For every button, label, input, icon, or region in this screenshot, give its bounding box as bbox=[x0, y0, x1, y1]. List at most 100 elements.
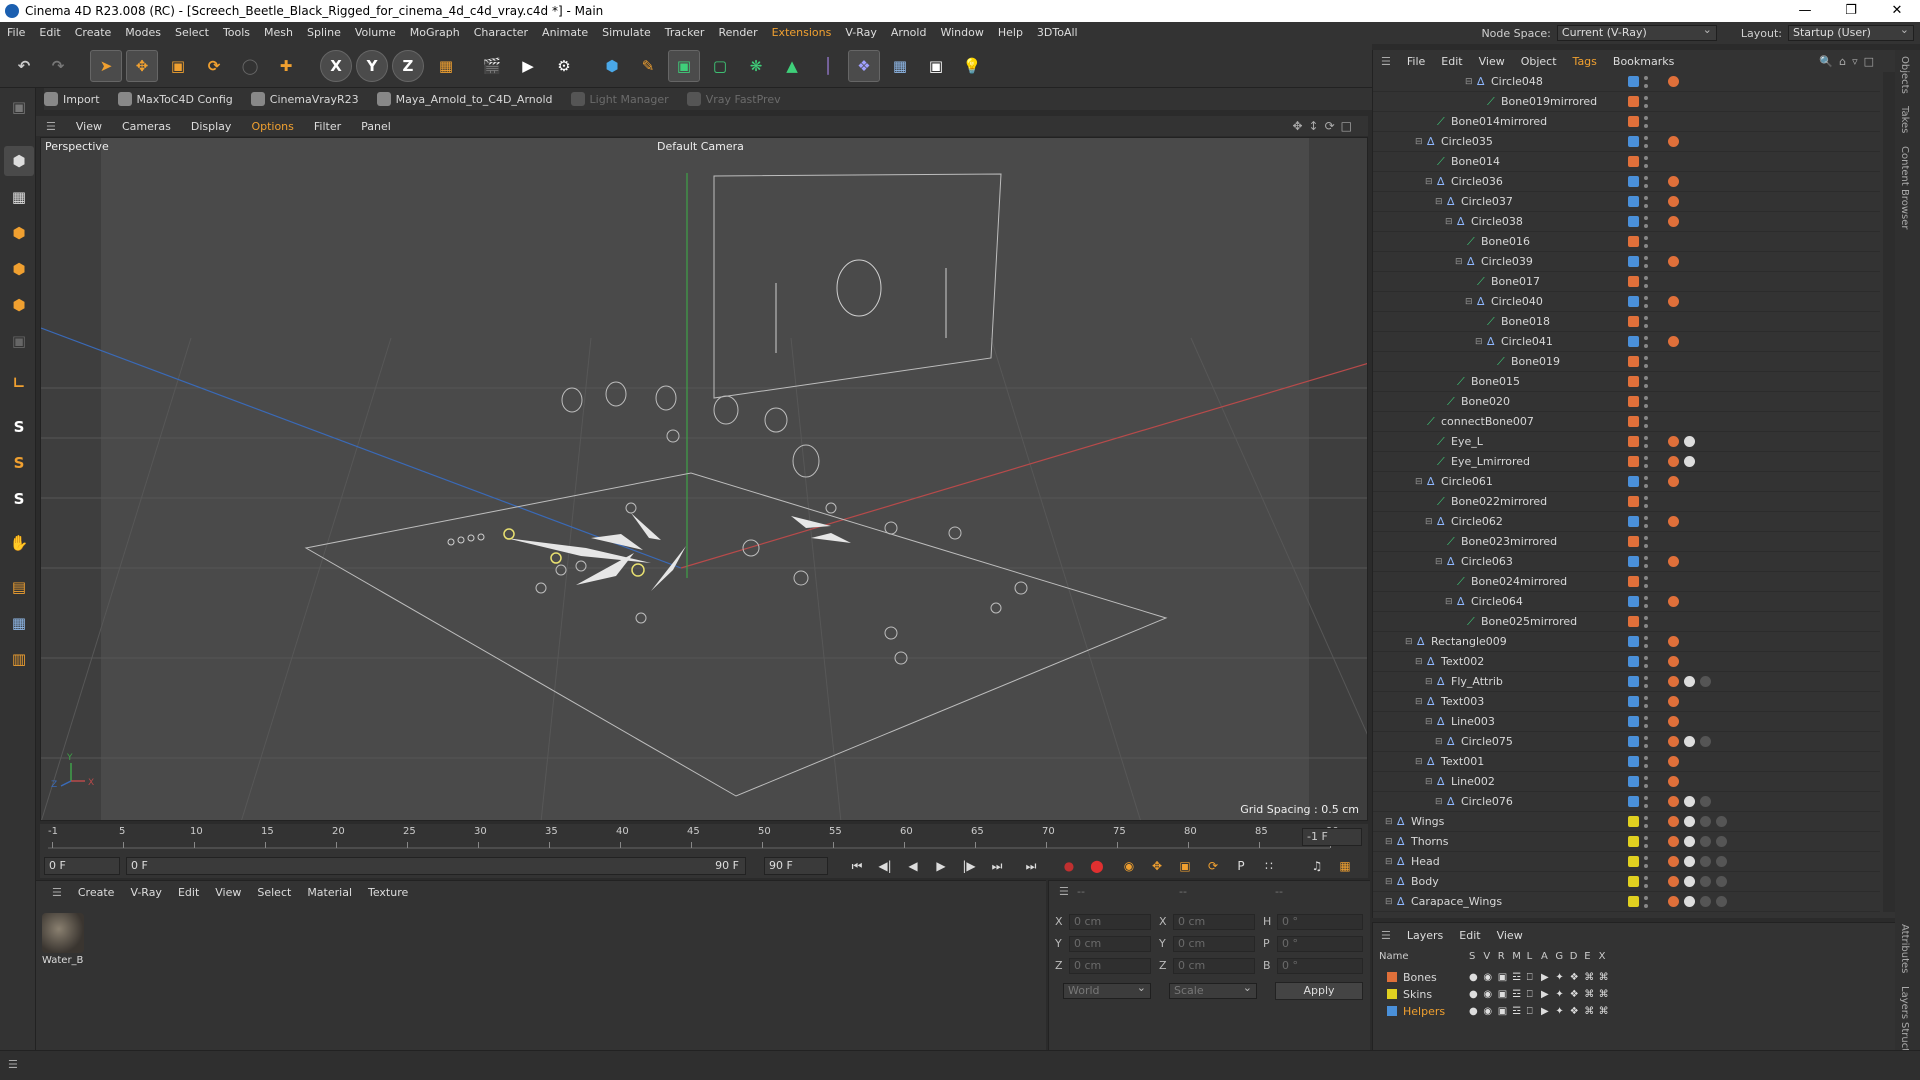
goto-start-icon[interactable]: ⏮ bbox=[846, 856, 868, 876]
menu-modes[interactable]: Modes bbox=[118, 22, 168, 44]
visibility-dots-icon[interactable] bbox=[1644, 875, 1648, 888]
tree-expand-icon[interactable]: ⊟ bbox=[1435, 557, 1443, 567]
object-tag-icon[interactable] bbox=[1700, 876, 1711, 887]
object-row[interactable]: ⊟ ∆ Line003 bbox=[1373, 712, 1880, 732]
object-row[interactable]: ⊟ ∆ Circle035 bbox=[1373, 132, 1880, 152]
layer-color-swatch[interactable] bbox=[1387, 972, 1397, 982]
layer-menu-icon[interactable]: ☰ bbox=[1373, 929, 1399, 942]
maximize-icon[interactable]: ❐ bbox=[1828, 0, 1874, 22]
layer-column-header[interactable]: M bbox=[1512, 951, 1521, 962]
layer-color-swatch[interactable] bbox=[1628, 476, 1639, 487]
material-menu-icon[interactable]: ☰ bbox=[44, 886, 70, 899]
deformer-icon[interactable]: │ bbox=[812, 50, 844, 82]
light-icon[interactable]: 💡 bbox=[956, 50, 988, 82]
tree-expand-icon[interactable]: ⊟ bbox=[1415, 477, 1423, 487]
tree-expand-icon[interactable]: ⊟ bbox=[1415, 697, 1423, 707]
shelf-light-manager[interactable]: Light Manager bbox=[570, 92, 683, 106]
visibility-dots-icon[interactable] bbox=[1644, 515, 1648, 528]
object-tag-icon[interactable] bbox=[1668, 756, 1679, 767]
object-search-icons[interactable]: 🔍⌂▿□ bbox=[1811, 55, 1888, 68]
layer-color-swatch[interactable] bbox=[1628, 256, 1639, 267]
layer-color-swatch[interactable] bbox=[1628, 356, 1639, 367]
goto-last-icon[interactable]: ⏭ bbox=[1020, 856, 1042, 876]
object-tag-icon[interactable] bbox=[1668, 296, 1679, 307]
visibility-dots-icon[interactable] bbox=[1644, 815, 1648, 828]
object-tag-icon[interactable] bbox=[1668, 556, 1679, 567]
layer-toggle-icon[interactable]: ☲ bbox=[1512, 972, 1521, 983]
tree-expand-icon[interactable]: ⊟ bbox=[1385, 837, 1393, 847]
layer-color-swatch[interactable] bbox=[1628, 236, 1639, 247]
key-rotation-icon[interactable]: ⟳ bbox=[1202, 856, 1224, 876]
side-tab-struct[interactable]: Struct bbox=[1899, 1022, 1910, 1052]
rot-p-field[interactable]: 0 ° bbox=[1277, 936, 1363, 952]
layer-toggle-icon[interactable]: ● bbox=[1469, 989, 1478, 1000]
layer-toggle-icon[interactable]: ☲ bbox=[1512, 1006, 1521, 1017]
cube-icon[interactable]: ⬢ bbox=[596, 50, 628, 82]
menu-extensions[interactable]: Extensions bbox=[765, 22, 839, 44]
menu-tracker[interactable]: Tracker bbox=[658, 22, 712, 44]
render-settings-icon[interactable]: ⚙ bbox=[548, 50, 580, 82]
key-scale-icon[interactable]: ▣ bbox=[1174, 856, 1196, 876]
menu-mograph[interactable]: MoGraph bbox=[403, 22, 467, 44]
tree-expand-icon[interactable]: ⊟ bbox=[1425, 517, 1433, 527]
layer-toggle-icon[interactable]: ▶ bbox=[1541, 1006, 1549, 1017]
layer-toggle-icon[interactable]: ⌘ bbox=[1584, 1006, 1594, 1017]
material-menu-texture[interactable]: Texture bbox=[360, 886, 416, 899]
object-row[interactable]: ⟋ Bone015 bbox=[1373, 372, 1880, 392]
layer-toggle-icon[interactable]: ⌘ bbox=[1599, 1006, 1609, 1017]
object-tag-icon[interactable] bbox=[1668, 456, 1679, 467]
menu-render[interactable]: Render bbox=[711, 22, 764, 44]
minimize-icon[interactable]: — bbox=[1782, 0, 1828, 22]
visibility-dots-icon[interactable] bbox=[1644, 75, 1648, 88]
object-tag-icon[interactable] bbox=[1668, 776, 1679, 787]
object-row[interactable]: ⊟ ∆ Body bbox=[1373, 872, 1880, 892]
visibility-dots-icon[interactable] bbox=[1644, 415, 1648, 428]
tree-expand-icon[interactable]: ⊟ bbox=[1455, 257, 1463, 267]
visibility-dots-icon[interactable] bbox=[1644, 595, 1648, 608]
object-tag-icon[interactable] bbox=[1668, 856, 1679, 867]
layer-color-swatch[interactable] bbox=[1628, 776, 1639, 787]
layer-color-swatch[interactable] bbox=[1628, 396, 1639, 407]
object-tag-icon[interactable] bbox=[1668, 196, 1679, 207]
keyframe-selection-icon[interactable]: ◉ bbox=[1118, 856, 1140, 876]
rotate-tool-icon[interactable]: ⟳ bbox=[198, 50, 230, 82]
select-tool-icon[interactable]: ➤ bbox=[90, 50, 122, 82]
object-row[interactable]: ⟋ Bone019mirrored bbox=[1373, 92, 1880, 112]
object-tag-icon[interactable] bbox=[1716, 856, 1727, 867]
visibility-dots-icon[interactable] bbox=[1644, 355, 1648, 368]
menu-mesh[interactable]: Mesh bbox=[257, 22, 300, 44]
object-tag-icon[interactable] bbox=[1668, 836, 1679, 847]
layer-color-swatch[interactable] bbox=[1628, 696, 1639, 707]
mograph-icon[interactable]: ▲ bbox=[776, 50, 808, 82]
quantize-icon[interactable]: S bbox=[4, 484, 34, 514]
visibility-dots-icon[interactable] bbox=[1644, 635, 1648, 648]
object-row[interactable]: ⊟ ∆ Text002 bbox=[1373, 652, 1880, 672]
object-tag-icon[interactable] bbox=[1684, 836, 1695, 847]
tree-expand-icon[interactable]: ⊟ bbox=[1425, 717, 1433, 727]
layer-color-swatch[interactable] bbox=[1387, 989, 1397, 999]
pos-z-field[interactable]: 0 cm bbox=[1069, 958, 1151, 974]
layer-color-swatch[interactable] bbox=[1628, 416, 1639, 427]
layer-color-swatch[interactable] bbox=[1628, 596, 1639, 607]
layer-toggle-icon[interactable]: ✦ bbox=[1555, 972, 1563, 983]
layer-menu-edit[interactable]: Edit bbox=[1451, 929, 1488, 942]
layer-color-swatch[interactable] bbox=[1628, 656, 1639, 667]
axis-z-icon[interactable]: Z bbox=[392, 50, 424, 82]
object-menu-bookmarks[interactable]: Bookmarks bbox=[1605, 55, 1682, 68]
object-tag-icon[interactable] bbox=[1668, 476, 1679, 487]
object-tag-icon[interactable] bbox=[1684, 896, 1695, 907]
visibility-dots-icon[interactable] bbox=[1644, 195, 1648, 208]
viewport-menu-icon[interactable]: ☰ bbox=[36, 120, 66, 133]
floor-icon[interactable]: ▦ bbox=[884, 50, 916, 82]
material-menu-edit[interactable]: Edit bbox=[170, 886, 207, 899]
object-row[interactable]: ⊟ ∆ Circle037 bbox=[1373, 192, 1880, 212]
viewport-menu-panel[interactable]: Panel bbox=[351, 120, 401, 133]
timeline-settings-icon[interactable]: ♫ bbox=[1306, 856, 1328, 876]
layer-color-swatch[interactable] bbox=[1628, 276, 1639, 287]
layer-toggle-icon[interactable]: ☲ bbox=[1512, 989, 1521, 1000]
layer-color-swatch[interactable] bbox=[1628, 536, 1639, 547]
tree-expand-icon[interactable]: ⊟ bbox=[1385, 817, 1393, 827]
object-row[interactable]: ⊟ ∆ Head bbox=[1373, 852, 1880, 872]
viewport-perspective[interactable]: Y X Z Perspective Default Camera Grid Sp… bbox=[40, 137, 1368, 821]
undo-icon[interactable]: ↶ bbox=[8, 50, 40, 82]
